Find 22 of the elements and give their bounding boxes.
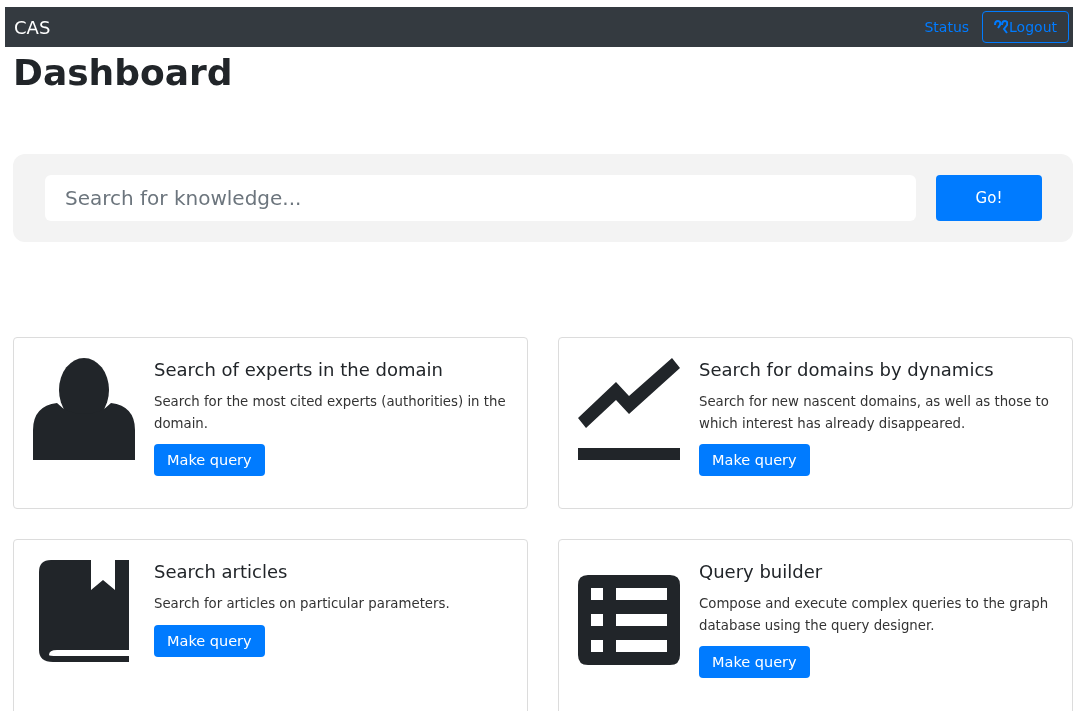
- go-button[interactable]: Go!: [936, 175, 1042, 222]
- card-title: Search for domains by dynamics: [699, 358, 994, 382]
- card-title: Query builder: [699, 560, 823, 584]
- card-description: Search for articles on particular parameters.: [154, 594, 450, 613]
- search-field[interactable]: Search for knowledge...: [45, 175, 916, 222]
- status-link[interactable]: Status: [924, 19, 970, 35]
- brand-name[interactable]: CAS: [14, 16, 925, 38]
- make-query-button[interactable]: Make query: [154, 444, 265, 477]
- page-title: Dashboard: [13, 51, 234, 95]
- card-title: Search of experts in the domain: [154, 358, 443, 382]
- make-query-button[interactable]: Make query: [154, 624, 265, 657]
- card-description: Search for new nascent domains, as well as those to which interest has already disappeared.: [699, 392, 1050, 433]
- card-description: Compose and execute complex queries to the graph database using the query designer.: [699, 594, 1050, 635]
- logout-button[interactable]: Logout: [982, 11, 1069, 43]
- book-icon: [39, 560, 129, 663]
- list-icon: [578, 575, 680, 666]
- chart-line-icon: [578, 358, 680, 461]
- make-query-button[interactable]: Make query: [699, 444, 810, 477]
- person-icon: [33, 358, 135, 461]
- card-title: Search articles: [154, 560, 288, 584]
- make-query-button[interactable]: Make query: [699, 646, 810, 679]
- card-description: Search for the most cited experts (authorities) in the domain.: [154, 392, 507, 433]
